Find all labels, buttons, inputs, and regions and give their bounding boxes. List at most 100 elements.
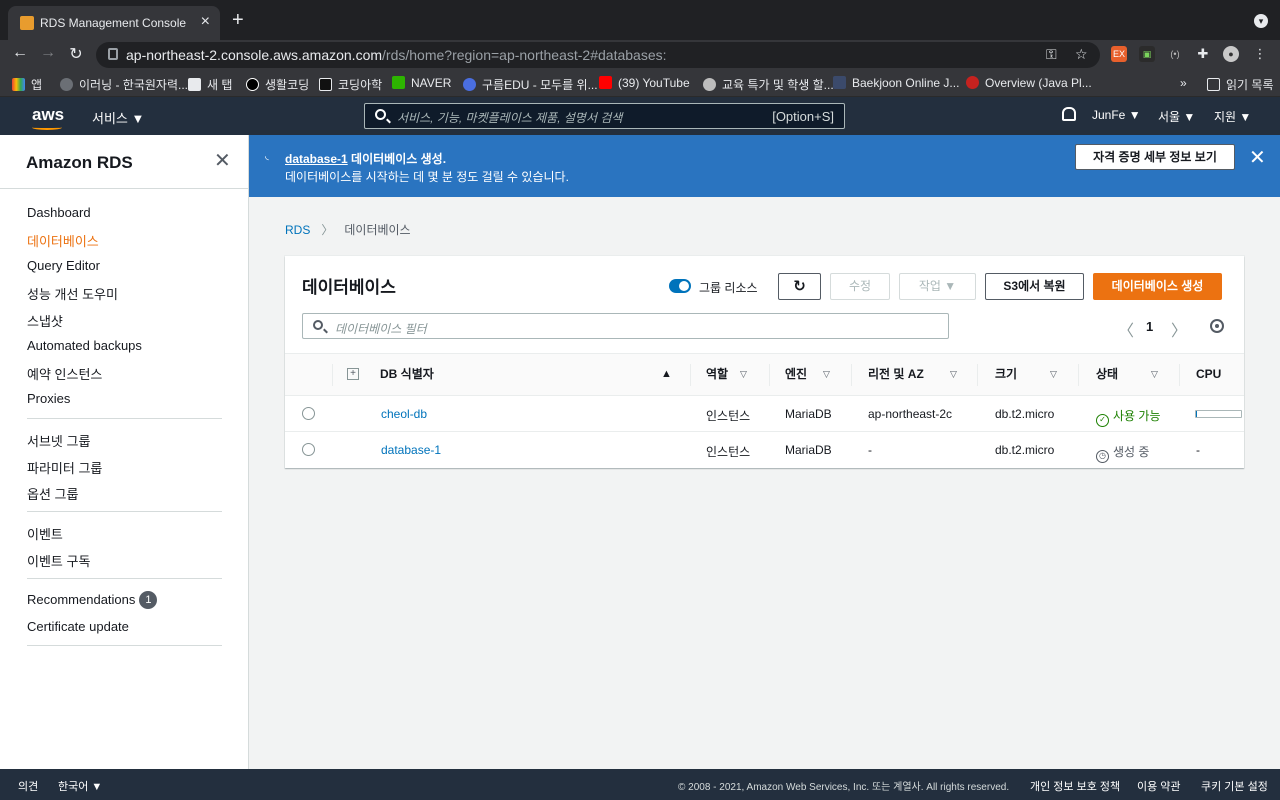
view-credentials-button[interactable]: 자격 증명 세부 정보 보기 [1075,144,1235,170]
apple-icon [703,78,716,91]
sidebar-item-recommendations[interactable]: Recommendations 1 [27,591,158,609]
group-resources-toggle[interactable] [669,279,691,293]
bookmark-item[interactable]: NAVER [392,76,451,90]
sidebar-item-query-editor[interactable]: Query Editor [27,258,100,273]
reading-list[interactable]: 읽기 목록 [1207,76,1274,93]
column-divider [851,364,852,386]
column-header-role[interactable]: 역할 ▽ [706,354,747,395]
restore-from-s3-button[interactable]: S3에서 복원 [985,273,1084,300]
services-menu[interactable]: 서비스 ▼ [92,108,144,127]
bookmark-item[interactable]: 생활코딩 [246,76,309,93]
extension-bracket-icon[interactable]: (•) [1167,46,1183,62]
notifications-bell-icon[interactable] [1062,107,1076,121]
sidebar-item-events[interactable]: 이벤트 [27,524,63,543]
breadcrumb-current: 데이터베이스 [344,223,411,237]
bookmark-item[interactable]: (39) YouTube [599,76,690,90]
privacy-policy-link[interactable]: 개인 정보 보호 정책 [1030,778,1120,794]
sort-icon: ▽ [740,369,747,379]
sidebar-item-reserved-instances[interactable]: 예약 인스턴스 [27,364,102,383]
close-sidebar-icon[interactable]: ✕ [214,151,231,171]
profile-avatar-icon[interactable]: ● [1223,46,1239,62]
sidebar-item-proxies[interactable]: Proxies [27,391,70,406]
column-divider [332,364,333,386]
breadcrumb-rds[interactable]: RDS [285,223,310,237]
expand-all-icon[interactable]: + [347,368,359,380]
sidebar-item-snapshots[interactable]: 스냅샷 [27,311,63,330]
cookie-preferences-link[interactable]: 쿠키 기본 설정 [1201,778,1268,794]
sidebar-item-automated-backups[interactable]: Automated backups [27,338,142,353]
bookmark-item[interactable]: Baekjoon Online J... [833,76,959,90]
table-row[interactable]: database-1 인스턴스 MariaDB - db.t2.micro ◷ 생… [285,432,1244,468]
browser-menu-icon[interactable]: ⋮ [1252,46,1268,62]
previous-page-icon[interactable]: 〈 [1118,317,1134,341]
database-filter-input[interactable]: 데이터베이스 필터 [302,313,949,339]
extensions-puzzle-icon[interactable]: ✚ [1195,46,1211,62]
tab-search-icon[interactable]: ▾ [1254,14,1268,28]
db-size: db.t2.micro [995,407,1055,421]
bookmark-item[interactable]: 이러닝 - 한국원자력... [60,76,188,93]
extension-green-icon[interactable]: ▣ [1139,46,1155,62]
extension-ex-icon[interactable]: EX [1111,46,1127,62]
create-database-button[interactable]: 데이터베이스 생성 [1093,273,1222,300]
terms-link[interactable]: 이용 약관 [1137,778,1181,794]
new-tab-icon[interactable]: + [232,10,244,30]
sidebar-item-dashboard[interactable]: Dashboard [27,205,91,220]
next-page-icon[interactable]: 〉 [1171,317,1187,341]
table-row[interactable]: cheol-db 인스턴스 MariaDB ap-northeast-2c db… [285,396,1244,432]
sidebar-item-subnet-groups[interactable]: 서브넷 그룹 [27,431,90,450]
reload-icon[interactable]: ↻ [66,44,86,64]
db-status: ◷ 생성 중 [1096,443,1149,463]
user-menu[interactable]: JunFe ▼ [1092,108,1141,122]
db-identifier-link[interactable]: cheol-db [381,407,427,421]
bookmark-favicon-icon [833,76,846,89]
sort-icon: ▽ [1151,369,1158,379]
refresh-button[interactable]: ↻ [778,273,821,300]
sort-ascending-icon[interactable]: ▲ [661,354,672,395]
sidebar-item-option-groups[interactable]: 옵션 그룹 [27,484,78,503]
modify-button[interactable]: 수정 [830,273,890,300]
column-header-size[interactable]: 크기 ▽ [995,354,1057,395]
bookmark-item[interactable]: 코딩아학 [319,76,382,93]
bookmark-item[interactable]: 구름EDU - 모두를 위... [463,76,598,93]
row-select-radio[interactable] [302,443,315,456]
back-icon[interactable]: ← [10,44,30,62]
db-identifier-link[interactable]: database-1 [381,443,441,457]
feedback-link[interactable]: 의견 [18,778,38,794]
key-icon[interactable]: ⚿ [1046,46,1057,63]
sidebar-item-parameter-groups[interactable]: 파라미터 그룹 [27,458,102,477]
bookmarks-overflow-icon[interactable]: » [1180,76,1187,90]
bookmark-item[interactable]: Overview (Java Pl... [966,76,1092,90]
column-header-db-identifier[interactable]: DB 식별자 [380,354,434,395]
browser-tab[interactable]: RDS Management Console × [8,6,220,40]
console-search-input[interactable]: 서비스, 기능, 마켓플레이스 제품, 설명서 검색 [Option+S] [364,103,845,129]
caret-down-icon: ▼ [131,111,145,126]
table-settings-gear-icon[interactable] [1210,319,1224,333]
sidebar-item-performance-insights[interactable]: 성능 개선 도우미 [27,284,118,303]
column-header-region-az[interactable]: 리전 및 AZ ▽ [868,354,957,395]
current-page-number[interactable]: 1 [1146,319,1153,334]
column-header-engine[interactable]: 엔진 ▽ [785,354,830,395]
refresh-icon: ↻ [793,278,806,295]
flash-db-link[interactable]: database-1 [285,152,348,166]
column-header-cpu[interactable]: CPU [1196,354,1221,395]
sidebar-item-databases[interactable]: 데이터베이스 [27,231,99,250]
bookmark-item[interactable]: 교육 특가 및 학생 할... [703,76,834,93]
url-input[interactable]: ap-northeast-2.console.aws.amazon.com/rd… [96,42,1100,68]
actions-dropdown[interactable]: 작업 ▼ [899,273,976,300]
aws-logo[interactable]: aws [32,105,64,130]
support-menu[interactable]: 지원 ▼ [1214,108,1251,125]
bookmark-item[interactable]: 새 탭 [188,76,232,93]
bookmark-apps[interactable]: 앱 [12,76,42,93]
db-region-az: - [868,443,872,457]
language-selector[interactable]: 한국어 ▼ [58,778,102,794]
sidebar-item-event-subscriptions[interactable]: 이벤트 구독 [27,551,90,570]
bookmark-star-icon[interactable]: ☆ [1075,46,1088,63]
dismiss-flash-icon[interactable]: ✕ [1249,148,1266,168]
column-header-status[interactable]: 상태 ▽ [1096,354,1158,395]
console-footer: 의견 한국어 ▼ © 2008 - 2021, Amazon Web Servi… [0,769,1280,800]
close-tab-icon[interactable]: × [201,13,210,31]
forward-icon[interactable]: → [38,44,58,62]
region-menu[interactable]: 서울 ▼ [1158,108,1195,125]
sidebar-item-certificate-update[interactable]: Certificate update [27,619,129,634]
row-select-radio[interactable] [302,407,315,420]
